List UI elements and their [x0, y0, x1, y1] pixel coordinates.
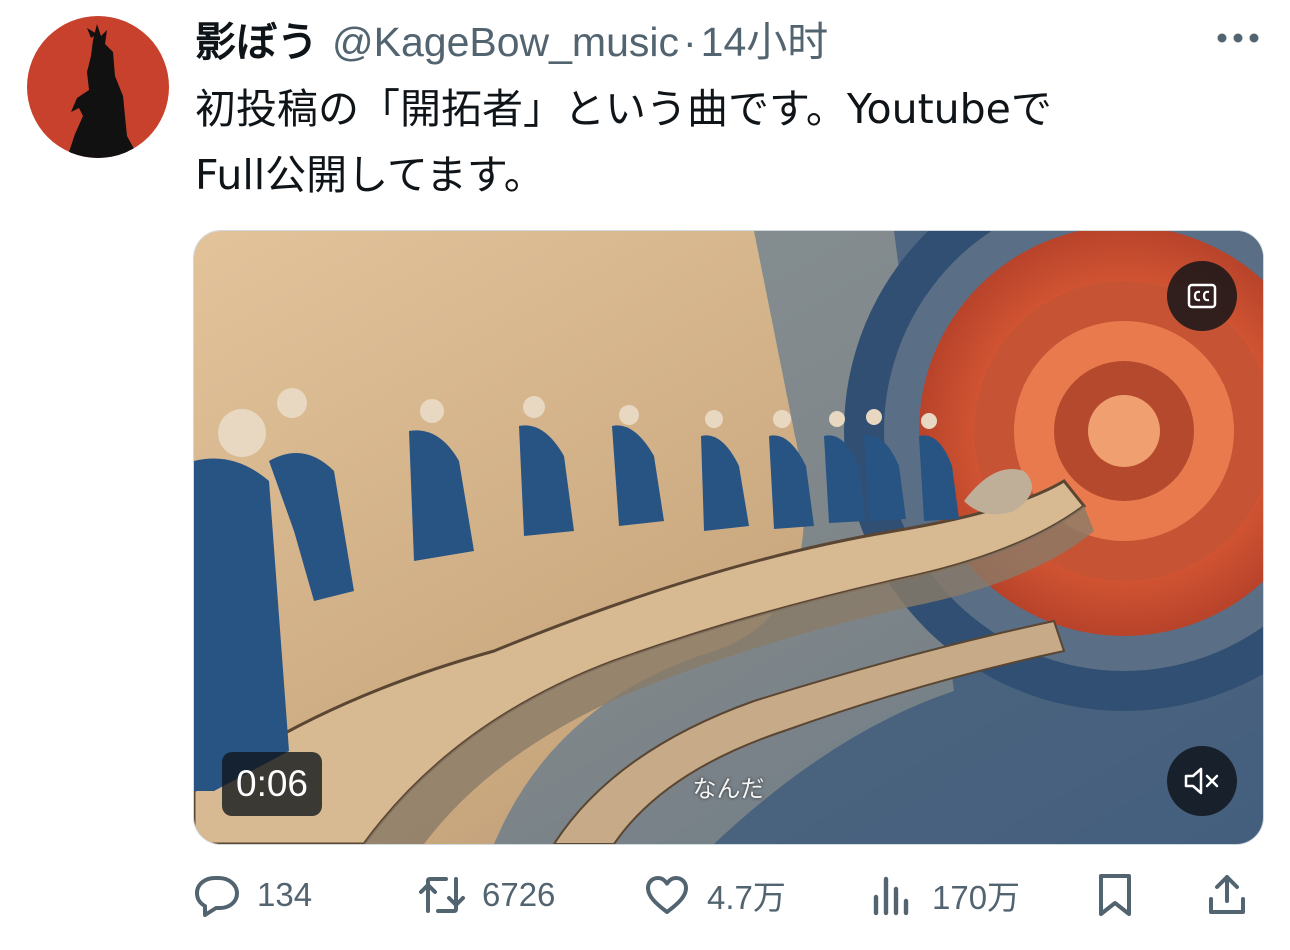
repost-button[interactable]: 6726 — [418, 860, 555, 930]
video-player[interactable]: 0:06 なんだ — [193, 230, 1264, 845]
bookmark-button[interactable] — [1091, 860, 1155, 930]
muted-speaker-icon — [1184, 767, 1219, 795]
tweet-timestamp[interactable]: 14小时 — [701, 8, 829, 68]
view-count: 170万 — [932, 879, 1021, 916]
repost-count: 6726 — [482, 876, 556, 913]
avatar[interactable] — [27, 16, 169, 158]
captions-button[interactable] — [1167, 261, 1237, 331]
more-options-button[interactable] — [1208, 18, 1268, 58]
separator-dot: · — [683, 19, 697, 65]
display-name[interactable]: 影ぼう — [195, 8, 318, 68]
bar-chart-icon — [873, 876, 909, 916]
video-subtitle: なんだ — [692, 775, 765, 803]
tweet-text: 初投稿の「開拓者」という曲です。Youtubeで Full公開してます。 — [195, 76, 1255, 208]
share-button[interactable] — [1203, 860, 1267, 930]
share-icon — [1209, 875, 1245, 914]
reply-icon — [195, 876, 239, 917]
views-button[interactable]: 170万 — [868, 860, 1020, 930]
heart-icon — [646, 876, 688, 914]
tweet-header: 影ぼう @KageBow_music · 14小时 — [195, 8, 828, 68]
reply-button[interactable]: 134 — [193, 860, 312, 930]
closed-captions-icon — [1187, 283, 1217, 309]
user-handle[interactable]: @KageBow_music — [332, 19, 679, 66]
action-bar: 134 6726 4.7万 170万 — [193, 860, 1268, 930]
silhouette-avatar-icon — [67, 24, 139, 158]
like-count: 4.7万 — [707, 879, 786, 916]
mute-button[interactable] — [1167, 746, 1237, 816]
more-dots-icon — [1217, 33, 1259, 43]
bookmark-icon — [1099, 874, 1131, 916]
video-frame-illustration — [194, 231, 1263, 844]
tweet-text-line-1: 初投稿の「開拓者」という曲です。Youtubeで — [195, 85, 1052, 133]
like-button[interactable]: 4.7万 — [643, 860, 786, 930]
repost-icon — [419, 877, 465, 913]
tweet-text-line-2: Full公開してます。 — [195, 151, 545, 199]
reply-count: 134 — [257, 876, 313, 913]
